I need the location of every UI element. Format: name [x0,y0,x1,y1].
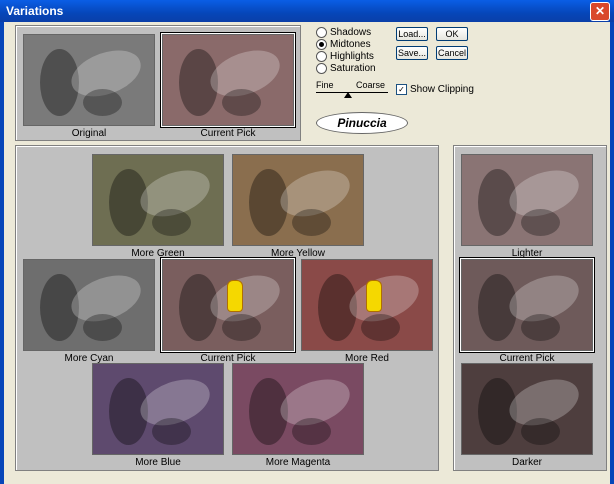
more-green-label: More Green [131,248,185,259]
radio-midtones[interactable]: Midtones [316,39,371,50]
more-blue-thumbnail[interactable] [92,363,224,455]
center-current-pick-thumbnail[interactable] [161,258,295,352]
radio-shadows[interactable]: Shadows [316,27,371,38]
load-button[interactable]: Load... [396,27,428,41]
close-button[interactable]: ✕ [590,2,610,21]
current-pick-label: Current Pick [200,128,256,139]
pointer-hand-icon [227,280,243,312]
more-green-thumbnail[interactable] [92,154,224,246]
darker-label: Darker [511,457,542,468]
radio-midtones-label: Midtones [330,39,371,51]
more-magenta-label: More Magenta [265,457,331,468]
more-blue-label: More Blue [135,457,181,468]
pointer-hand-icon [366,280,382,312]
radio-saturation-label: Saturation [330,63,376,75]
lighter-label: Lighter [511,248,543,259]
coarse-label: Coarse [356,80,386,90]
radio-saturation[interactable]: Saturation [316,63,376,74]
original-thumbnail[interactable] [23,34,155,126]
more-magenta-thumbnail[interactable] [232,363,364,455]
radio-shadows-label: Shadows [330,27,372,39]
lighter-thumbnail[interactable] [461,154,593,246]
show-clipping-checkbox[interactable]: ✓ Show Clipping [396,84,474,95]
title-bar: Variations ✕ [0,0,614,22]
more-yellow-label: More Yellow [271,248,325,259]
slider-thumb[interactable] [344,92,352,98]
original-label: Original [71,128,107,139]
window-border-left [0,22,4,484]
window-title: Variations [6,4,64,18]
fine-coarse-slider[interactable] [316,92,388,101]
brightness-panel: Lighter Current Pick Darker [453,145,607,471]
more-red-thumbnail[interactable] [301,259,433,351]
cancel-button[interactable]: Cancel [436,46,468,60]
save-button[interactable]: Save... [396,46,428,60]
window-border-right [610,22,614,484]
darker-thumbnail[interactable] [461,363,593,455]
fine-label: Fine [316,80,334,90]
more-yellow-thumbnail[interactable] [232,154,364,246]
more-cyan-thumbnail[interactable] [23,259,155,351]
ok-button[interactable]: OK [436,27,468,41]
brightness-current-pick-thumbnail[interactable] [460,258,594,352]
radio-highlights[interactable]: Highlights [316,51,374,62]
pinuccia-logo: Pinuccia [316,112,408,134]
current-pick-thumbnail[interactable] [161,33,295,127]
color-variations-panel: More Green More Yellow More Cyan Current… [15,145,439,471]
show-clipping-label: Show Clipping [410,84,474,96]
radio-highlights-label: Highlights [330,51,374,63]
preview-panel: Original Current Pick [15,25,301,141]
